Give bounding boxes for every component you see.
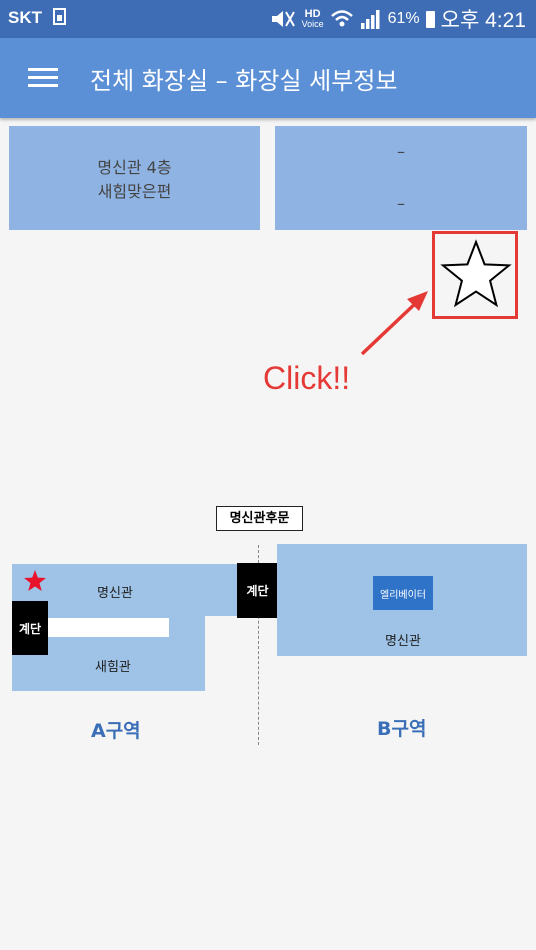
page-title: 전체 화장실 – 화장실 세부정보	[90, 67, 398, 95]
mute-icon	[271, 11, 295, 27]
zone-a-label: A구역	[91, 720, 141, 742]
favorite-button[interactable]	[432, 231, 518, 319]
star-outline-icon[interactable]	[439, 238, 513, 312]
wifi-icon	[330, 10, 353, 27]
zone-b-label: B구역	[377, 718, 427, 740]
sim-icon	[53, 8, 66, 25]
detail-value-2: –	[397, 194, 405, 213]
saehim-hall-label: 새힘관	[95, 660, 131, 675]
elevator-marker: 엘리베이터	[373, 576, 433, 610]
stairs-center: 계단	[237, 563, 278, 618]
status-bar: SKT HD Voice 61% 오후 4:21	[0, 0, 536, 38]
corridor-gap	[46, 618, 169, 637]
carrier-label: SKT	[8, 8, 42, 27]
building-label-b: 명신관	[385, 634, 421, 649]
location-landmark: 새힘맞은편	[97, 182, 172, 201]
hamburger-menu-icon[interactable]	[28, 68, 58, 88]
battery-icon	[425, 10, 435, 28]
location-card: 명신관 4층 새힘맞은편	[9, 126, 260, 230]
detail-value-1: –	[397, 142, 405, 161]
detail-card: – –	[275, 126, 527, 230]
click-annotation: Click!!	[263, 360, 351, 396]
battery-percent: 61%	[387, 10, 420, 27]
location-building-floor: 명신관 4층	[97, 158, 172, 177]
app-bar: 전체 화장실 – 화장실 세부정보	[0, 38, 536, 118]
red-star-icon	[24, 570, 46, 591]
stairs-left: 계단	[12, 601, 48, 655]
voice-label: Voice	[301, 19, 324, 29]
gate-label: 명신관후문	[216, 506, 303, 531]
signal-icon	[360, 10, 380, 29]
building-label-a: 명신관	[97, 586, 133, 601]
status-icons: HD Voice 61% 오후 4:21	[270, 6, 526, 32]
hd-voice-icon: HD Voice	[301, 9, 324, 30]
clock: 오후 4:21	[440, 9, 526, 32]
myeongsin-hall-block-a	[12, 564, 257, 616]
